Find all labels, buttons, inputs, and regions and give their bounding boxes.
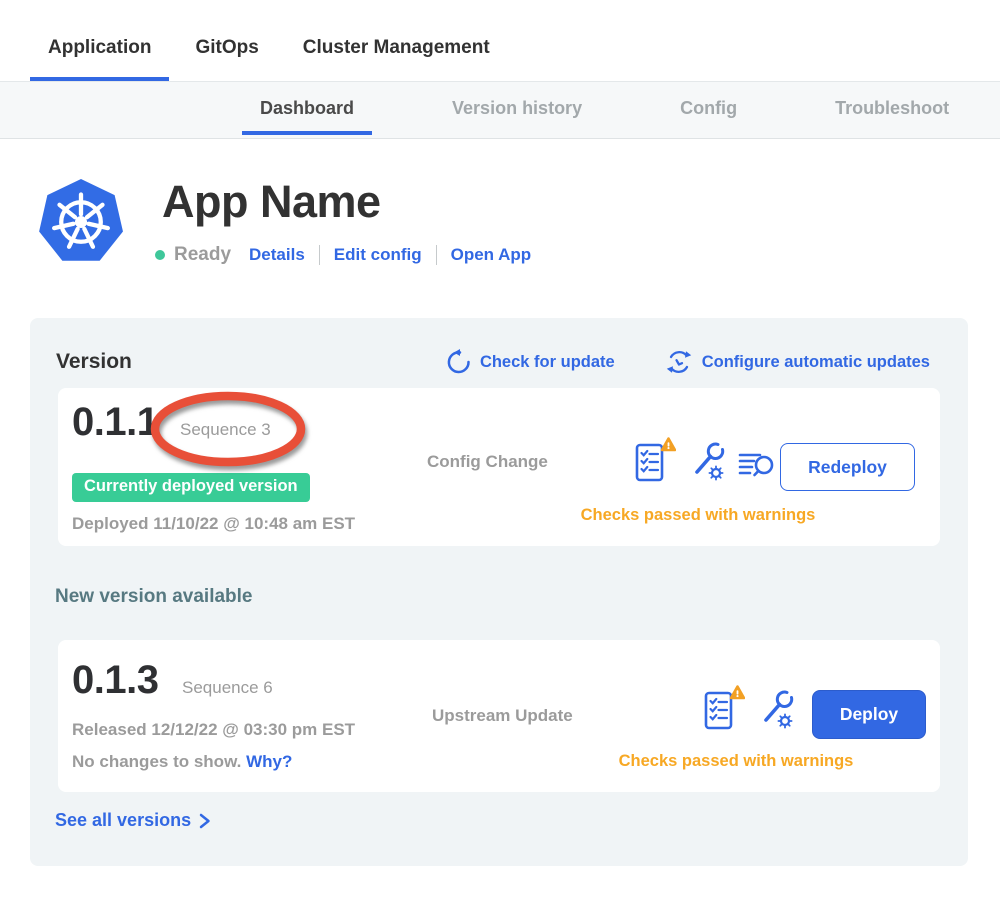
kubernetes-logo-icon: [38, 177, 124, 267]
current-version-sequence: Sequence 3: [180, 420, 271, 440]
see-all-versions-link[interactable]: See all versions: [55, 810, 211, 831]
deployed-timestamp: Deployed 11/10/22 @ 10:48 am EST: [72, 514, 355, 534]
version-section-title: Version: [56, 350, 132, 374]
currently-deployed-badge: Currently deployed version: [72, 473, 310, 502]
status-dot-icon: [155, 250, 165, 260]
check-for-update-link[interactable]: Check for update: [445, 349, 615, 375]
current-version-card: 0.1.1 Sequence 3 Currently deployed vers…: [58, 388, 940, 546]
tab-dashboard[interactable]: Dashboard: [242, 82, 372, 135]
checks-status-text: Checks passed with warnings: [536, 752, 936, 771]
details-link[interactable]: Details: [249, 245, 305, 265]
refresh-icon: [445, 349, 471, 375]
new-version-heading: New version available: [55, 586, 253, 608]
available-version-sequence: Sequence 6: [182, 678, 273, 698]
schedule-icon: [665, 348, 693, 376]
preflight-checks-icon[interactable]: [634, 436, 676, 484]
no-changes-text: No changes to show. Why?: [72, 752, 292, 772]
tab-config[interactable]: Config: [662, 82, 755, 135]
tab-application[interactable]: Application: [30, 13, 169, 81]
release-notes-icon[interactable]: [738, 446, 775, 484]
app-sub-nav: Dashboard Version history Config Trouble…: [0, 81, 1000, 139]
preflight-checks-icon[interactable]: [703, 684, 745, 732]
current-version-number: 0.1.1: [72, 400, 158, 445]
config-wrench-icon[interactable]: [689, 440, 725, 484]
available-version-number: 0.1.3: [72, 658, 158, 703]
version-section: Version Check for update: [30, 318, 968, 866]
primary-nav: Application GitOps Cluster Management: [0, 0, 1000, 81]
configure-automatic-updates-link[interactable]: Configure automatic updates: [665, 348, 930, 376]
tab-gitops[interactable]: GitOps: [177, 13, 276, 81]
status-badge: Ready: [174, 244, 231, 266]
warning-badge: [668, 442, 670, 446]
app-status-row: Ready Details Edit config Open App: [155, 244, 531, 266]
divider: [319, 245, 320, 265]
checks-status-text: Checks passed with warnings: [498, 506, 898, 525]
version-source-label: Config Change: [427, 452, 548, 472]
open-app-link[interactable]: Open App: [451, 245, 532, 265]
redeploy-button[interactable]: Redeploy: [780, 443, 915, 491]
why-link[interactable]: Why?: [246, 752, 292, 771]
config-wrench-icon[interactable]: [758, 688, 794, 732]
deploy-button[interactable]: Deploy: [812, 690, 926, 739]
released-timestamp: Released 12/12/22 @ 03:30 pm EST: [72, 720, 355, 740]
available-version-card: 0.1.3 Sequence 6 Released 12/12/22 @ 03:…: [58, 640, 940, 792]
warning-badge: [737, 690, 739, 694]
version-source-label: Upstream Update: [432, 706, 573, 726]
divider: [436, 245, 437, 265]
tab-version-history[interactable]: Version history: [434, 82, 600, 135]
edit-config-link[interactable]: Edit config: [334, 245, 422, 265]
page-title: App Name: [162, 176, 381, 228]
chevron-right-icon: [199, 812, 211, 830]
tab-troubleshoot[interactable]: Troubleshoot: [817, 82, 967, 135]
tab-cluster-management[interactable]: Cluster Management: [285, 13, 508, 81]
